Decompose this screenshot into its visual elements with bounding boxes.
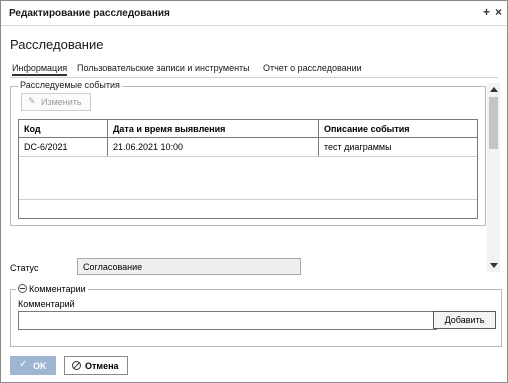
pencil-icon: ✎	[28, 96, 36, 106]
window-title: Редактирование расследования	[9, 8, 170, 19]
tab-information[interactable]: Информация	[12, 63, 68, 76]
cell-description: тест диаграммы	[318, 137, 477, 157]
investigation-dialog: Редактирование расследования + × Расслед…	[0, 0, 508, 383]
table-row[interactable]: DC-6/2021 21.06.2021 10:00 тест диаграмм…	[19, 137, 477, 157]
tab-user-records[interactable]: Пользовательские записи и инструменты	[77, 63, 250, 73]
cell-code: DC-6/2021	[19, 137, 108, 157]
status-label: Статус	[10, 263, 39, 273]
comment-input[interactable]	[18, 311, 437, 330]
edit-button[interactable]: ✎ Изменить	[21, 93, 91, 111]
add-comment-button[interactable]: Добавить	[433, 311, 496, 329]
collapse-icon[interactable]	[18, 284, 27, 293]
scroll-thumb[interactable]	[489, 97, 498, 149]
cancel-icon	[72, 361, 81, 370]
scroll-down-icon[interactable]	[490, 263, 498, 268]
ok-button-label: OK	[33, 361, 47, 371]
column-header-code[interactable]: Код	[19, 120, 108, 138]
column-header-description[interactable]: Описание события	[318, 120, 477, 138]
pin-icon[interactable]: +	[483, 6, 490, 18]
comments-legend-label: Комментарии	[29, 284, 86, 294]
events-legend: Расследуемые события	[18, 80, 122, 90]
scroll-up-icon[interactable]	[490, 87, 498, 92]
page-title: Расследование	[10, 37, 104, 52]
vertical-scrollbar[interactable]	[487, 83, 500, 272]
cancel-button-label: Отмена	[85, 361, 119, 371]
events-table: Код Дата и время выявления Описание собы…	[18, 119, 478, 219]
title-bar: Редактирование расследования + ×	[1, 1, 507, 26]
status-field: Согласование	[77, 258, 301, 275]
table-divider	[19, 199, 477, 200]
comment-field-label: Комментарий	[18, 299, 75, 309]
close-icon[interactable]: ×	[495, 6, 502, 18]
tab-bar: Информация Пользовательские записи и инс…	[1, 61, 507, 78]
ok-button[interactable]: ✓ OK	[10, 356, 56, 375]
status-value: Согласование	[83, 262, 143, 272]
edit-button-label: Изменить	[41, 97, 82, 107]
cancel-button[interactable]: Отмена	[64, 356, 128, 375]
cell-date: 21.06.2021 10:00	[107, 137, 319, 157]
comments-legend[interactable]: Комментарии	[16, 283, 88, 294]
table-header-row: Код Дата и время выявления Описание собы…	[19, 120, 477, 138]
tabs-divider	[10, 77, 498, 78]
column-header-date[interactable]: Дата и время выявления	[107, 120, 319, 138]
check-icon: ✓	[19, 359, 28, 370]
tab-investigation-report[interactable]: Отчет о расследовании	[263, 63, 362, 73]
